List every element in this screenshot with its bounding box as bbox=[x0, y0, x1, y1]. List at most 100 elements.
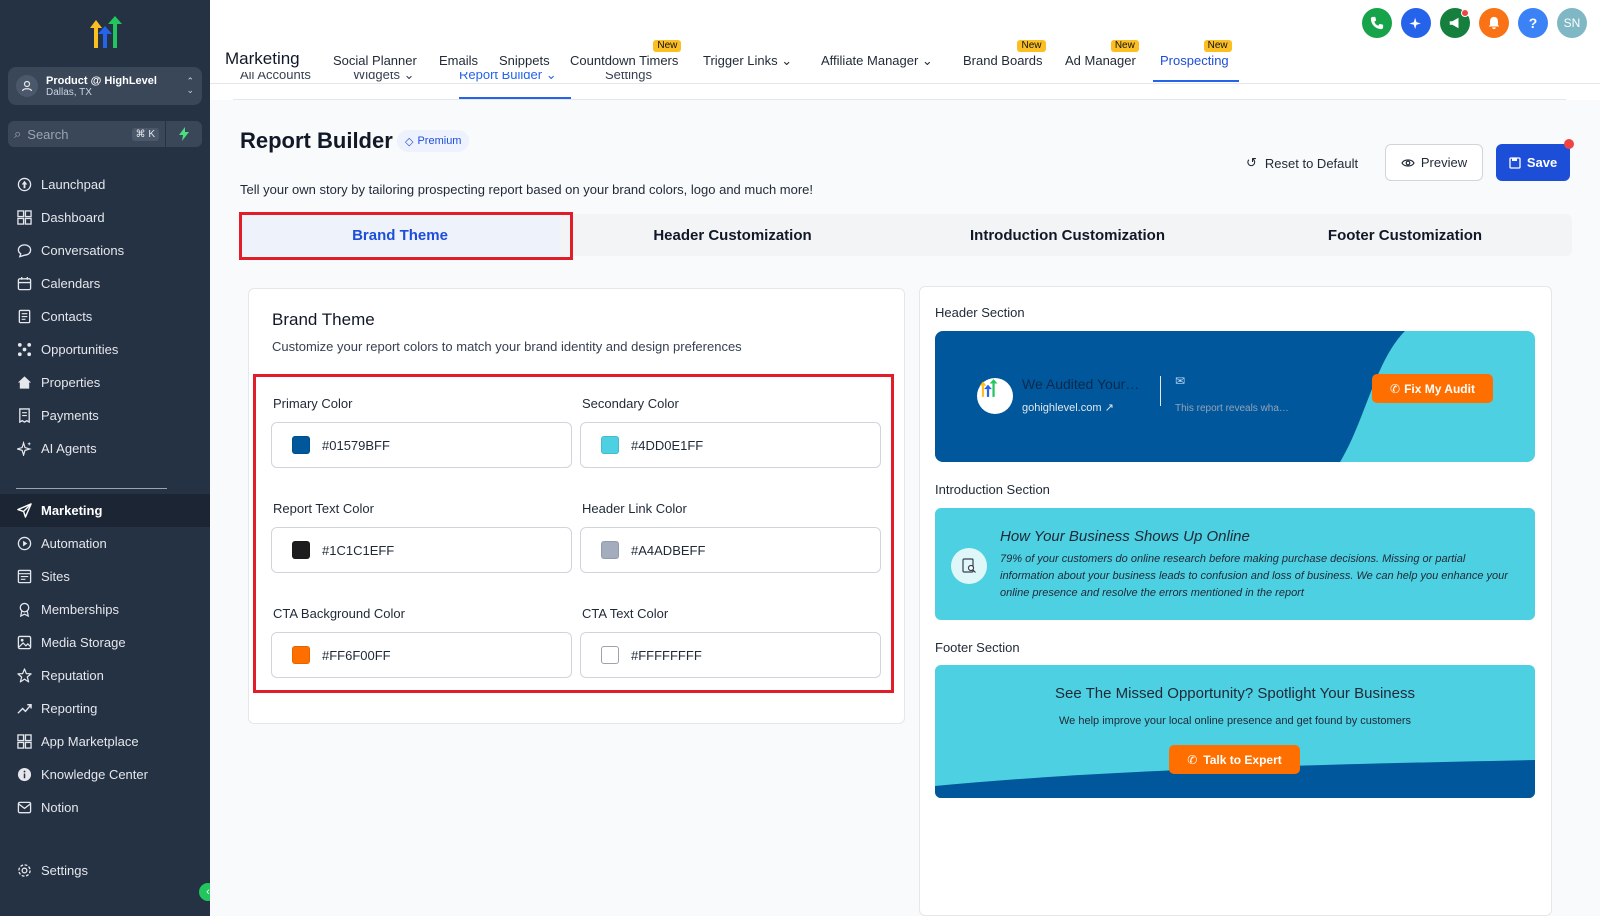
phone-icon: ✆ bbox=[1187, 752, 1198, 767]
sidebar-item-marketing[interactable]: Marketing bbox=[0, 494, 210, 527]
preview-button[interactable]: Preview bbox=[1385, 144, 1483, 181]
question-icon: ? bbox=[1528, 15, 1538, 31]
sidebar-item-calendars[interactable]: Calendars bbox=[0, 267, 210, 300]
unsaved-dot bbox=[1564, 139, 1574, 149]
image-icon bbox=[16, 635, 32, 651]
sidebar-item-properties[interactable]: Properties bbox=[0, 366, 210, 399]
tab-introduction-customization[interactable]: Introduction Customization bbox=[900, 214, 1235, 256]
website-link[interactable]: gohighlevel.com ↗ bbox=[1022, 401, 1114, 414]
sidebar-item-label: Opportunities bbox=[41, 342, 119, 357]
intro-title: How Your Business Shows Up Online bbox=[1000, 528, 1250, 545]
nav-social-planner[interactable]: Social Planner bbox=[333, 53, 417, 68]
card-title: Brand Theme bbox=[272, 310, 375, 329]
reset-to-default-button[interactable]: ↺ Reset to Default bbox=[1246, 146, 1358, 180]
talk-to-expert-label: Talk to Expert bbox=[1203, 752, 1282, 767]
search-placeholder: Search bbox=[27, 126, 69, 142]
sidebar-item-dashboard[interactable]: Dashboard bbox=[0, 201, 210, 234]
sidebar-item-label: Properties bbox=[41, 375, 101, 390]
subtab-report-builder[interactable]: Report Builder ⌄ bbox=[459, 72, 557, 83]
sidebar-item-reputation[interactable]: Reputation bbox=[0, 659, 210, 692]
save-button[interactable]: Save bbox=[1496, 139, 1574, 181]
nav-label: Trigger Links ⌄ bbox=[703, 53, 793, 68]
introduction-preview: How Your Business Shows Up Online 79% of… bbox=[935, 508, 1535, 620]
gear-icon bbox=[16, 863, 32, 879]
nav-snippets[interactable]: Snippets bbox=[499, 53, 550, 68]
sidebar-item-notion[interactable]: Notion bbox=[0, 791, 210, 824]
quick-action-button[interactable] bbox=[166, 121, 202, 147]
nav-brand-boards[interactable]: Brand Boards New bbox=[963, 40, 1046, 68]
user-avatar[interactable]: SN bbox=[1557, 8, 1587, 38]
sidebar-item-app-marketplace[interactable]: App Marketplace bbox=[0, 725, 210, 758]
sidebar-item-automation[interactable]: Automation bbox=[0, 527, 210, 560]
account-switcher[interactable]: Product @ HighLevel Dallas, TX ⌃ ⌄ bbox=[8, 67, 202, 105]
sites-icon bbox=[16, 569, 32, 585]
chat-icon bbox=[16, 243, 32, 259]
sub-tabs: All Accounts Widgets ⌄ Report Builder ⌄ … bbox=[233, 72, 1566, 100]
nav-ad-manager[interactable]: Ad Manager New bbox=[1065, 40, 1139, 68]
footer-preview: See The Missed Opportunity? Spotlight Yo… bbox=[935, 665, 1535, 798]
website-link-label: gohighlevel.com bbox=[1022, 402, 1102, 414]
nav-label: Prospecting bbox=[1160, 53, 1229, 68]
talk-to-expert-button[interactable]: ✆ Talk to Expert bbox=[1169, 745, 1300, 774]
active-subtab-indicator bbox=[459, 97, 571, 99]
subtab-all-accounts[interactable]: All Accounts bbox=[240, 72, 311, 82]
header-divider bbox=[1160, 376, 1161, 406]
nav-label: Brand Boards bbox=[963, 53, 1043, 68]
sidebar-item-opportunities[interactable]: Opportunities bbox=[0, 333, 210, 366]
document-search-icon bbox=[951, 548, 987, 584]
subtab-settings[interactable]: Settings bbox=[605, 72, 652, 82]
card-subtitle: Customize your report colors to match yo… bbox=[272, 339, 742, 354]
page-description: Tell your own story by tailoring prospec… bbox=[240, 182, 814, 197]
nav-countdown-timers[interactable]: Countdown Timers New bbox=[570, 40, 682, 68]
help-button[interactable]: ? bbox=[1518, 8, 1548, 38]
sidebar-item-reporting[interactable]: Reporting bbox=[0, 692, 210, 725]
announcements-button[interactable] bbox=[1440, 8, 1470, 38]
sidebar-item-settings[interactable]: Settings bbox=[0, 854, 210, 887]
new-badge: New bbox=[1203, 40, 1232, 52]
star-icon bbox=[16, 668, 32, 684]
nav-affiliate-manager[interactable]: Affiliate Manager ⌄ bbox=[821, 53, 933, 69]
highlevel-logo[interactable] bbox=[86, 14, 124, 50]
calendar-icon bbox=[16, 276, 32, 292]
tab-footer-customization[interactable]: Footer Customization bbox=[1240, 214, 1570, 256]
nav-trigger-links[interactable]: Trigger Links ⌄ bbox=[703, 53, 792, 69]
sidebar-divider bbox=[16, 488, 167, 489]
notifications-button[interactable] bbox=[1479, 8, 1509, 38]
phone-icon: ✆ bbox=[1390, 381, 1401, 396]
reset-icon: ↺ bbox=[1246, 155, 1257, 170]
sidebar-item-knowledge-center[interactable]: Knowledge Center bbox=[0, 758, 210, 791]
highlight-box bbox=[239, 212, 573, 260]
search-icon: ⌕ bbox=[14, 126, 22, 141]
automation-icon bbox=[16, 536, 32, 552]
sidebar-item-payments[interactable]: Payments bbox=[0, 399, 210, 432]
sidebar-item-sites[interactable]: Sites bbox=[0, 560, 210, 593]
ai-assistant-button[interactable] bbox=[1401, 8, 1431, 38]
sidebar-item-memberships[interactable]: Memberships bbox=[0, 593, 210, 626]
intro-body: 79% of your customers do online research… bbox=[1000, 553, 1508, 599]
phone-button[interactable] bbox=[1362, 8, 1392, 38]
sidebar-item-label: App Marketplace bbox=[41, 734, 139, 749]
nav-label: Affiliate Manager ⌄ bbox=[821, 53, 933, 68]
sidebar-item-label: Automation bbox=[41, 536, 107, 551]
sparkle-icon bbox=[16, 441, 32, 457]
sidebar-item-media-storage[interactable]: Media Storage bbox=[0, 626, 210, 659]
phone-icon bbox=[1370, 16, 1384, 30]
sidebar-item-conversations[interactable]: Conversations bbox=[0, 234, 210, 267]
nav-emails[interactable]: Emails bbox=[439, 53, 478, 68]
nav-label: Social Planner bbox=[333, 53, 417, 68]
fix-my-audit-button[interactable]: ✆ Fix My Audit bbox=[1372, 374, 1493, 403]
reset-label: Reset to Default bbox=[1264, 155, 1359, 171]
sidebar-item-label: Reputation bbox=[41, 668, 104, 683]
tab-header-customization[interactable]: Header Customization bbox=[570, 214, 895, 256]
search-input[interactable]: ⌕ Search ⌘ K bbox=[8, 121, 165, 147]
nav-prospecting[interactable]: Prospecting New bbox=[1160, 40, 1232, 68]
sidebar-item-ai-agents[interactable]: AI Agents bbox=[0, 432, 210, 465]
subtab-widgets[interactable]: Widgets ⌄ bbox=[353, 72, 414, 83]
grid-icon bbox=[16, 734, 32, 750]
sidebar-item-contacts[interactable]: Contacts bbox=[0, 300, 210, 333]
preview-label: Preview bbox=[1420, 155, 1468, 170]
bell-icon bbox=[1488, 16, 1500, 30]
sidebar-item-launchpad[interactable]: Launchpad bbox=[0, 168, 210, 201]
new-badge: New bbox=[653, 40, 682, 52]
sparkle-icon bbox=[1409, 17, 1421, 30]
